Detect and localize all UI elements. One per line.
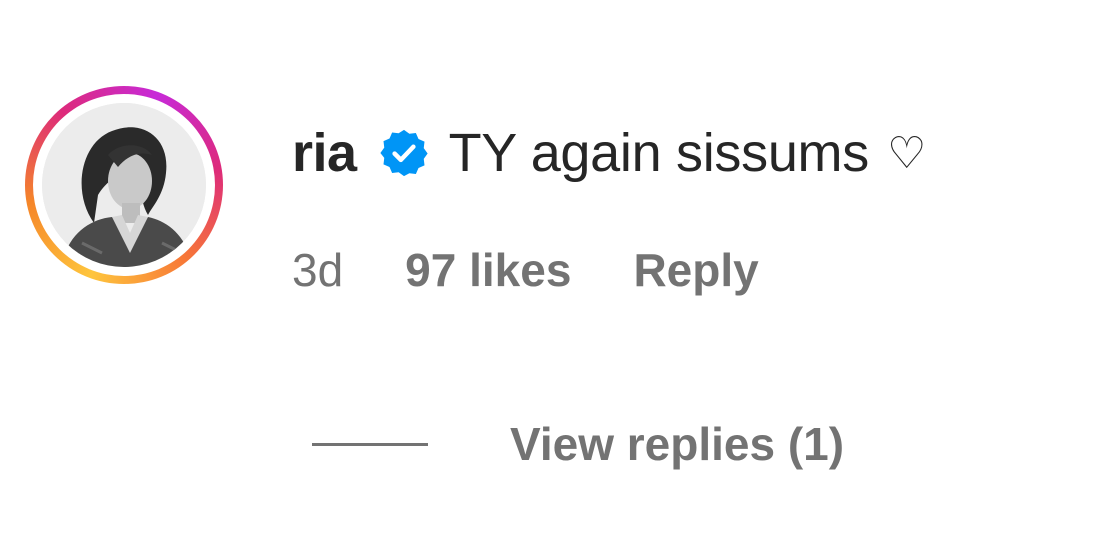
reply-button[interactable]: Reply bbox=[633, 243, 758, 297]
heart-icon[interactable]: ♡ bbox=[887, 128, 926, 179]
view-replies-label: View replies (1) bbox=[510, 418, 845, 470]
avatar-ring-gap bbox=[33, 94, 215, 276]
avatar-image bbox=[42, 103, 206, 267]
likes-count-button[interactable]: 97 likes bbox=[405, 243, 571, 297]
view-replies-button[interactable]: View replies (1) bbox=[312, 412, 844, 476]
replies-divider-line bbox=[312, 442, 428, 446]
comment-body: ria TY again sissums ♡ bbox=[292, 118, 926, 188]
avatar[interactable] bbox=[42, 103, 206, 267]
comment-meta: 3d 97 likes Reply bbox=[292, 240, 759, 300]
comment-text: TY again sissums bbox=[448, 123, 870, 183]
avatar-story-ring[interactable] bbox=[25, 86, 223, 284]
comment-timestamp[interactable]: 3d bbox=[292, 243, 343, 297]
verified-badge-icon bbox=[379, 128, 429, 178]
username-link[interactable]: ria bbox=[292, 122, 357, 184]
